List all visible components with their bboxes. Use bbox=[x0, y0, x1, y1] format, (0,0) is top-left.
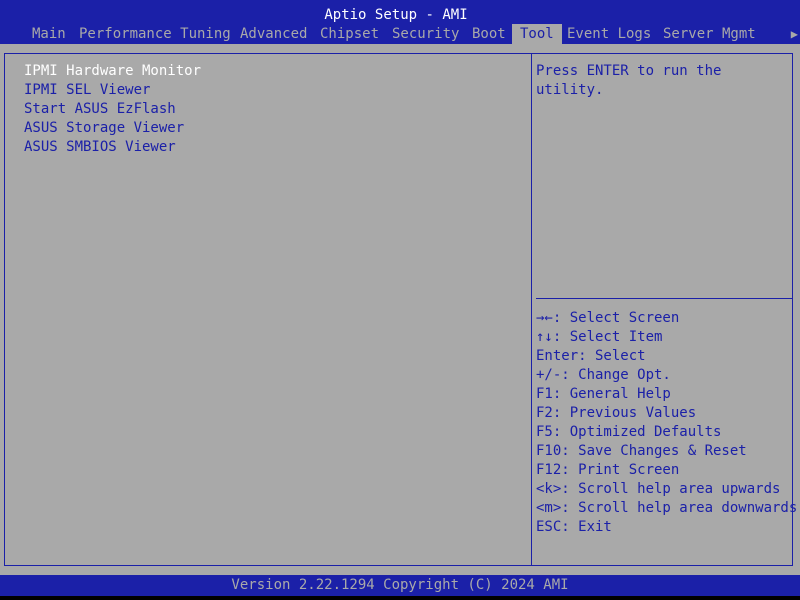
key-scroll-down: <m>: Scroll help area downwards bbox=[536, 500, 798, 516]
menu-item-start-asus-ezflash[interactable]: Start ASUS EzFlash bbox=[24, 100, 201, 119]
menu-item-ipmi-sel-viewer[interactable]: IPMI SEL Viewer bbox=[24, 81, 201, 100]
key-print-screen: F12: Print Screen bbox=[536, 462, 680, 478]
key-general-help: F1: General Help bbox=[536, 386, 671, 402]
title-bar: Aptio Setup - AMI Main Performance Tunin… bbox=[0, 0, 800, 44]
tab-advanced[interactable]: Advanced bbox=[232, 24, 315, 44]
help-separator bbox=[536, 298, 792, 299]
menu-item-asus-storage-viewer[interactable]: ASUS Storage Viewer bbox=[24, 119, 201, 138]
tool-menu-list: IPMI Hardware Monitor IPMI SEL Viewer St… bbox=[24, 62, 201, 157]
tab-boot[interactable]: Boot bbox=[464, 24, 514, 44]
key-previous-values: F2: Previous Values bbox=[536, 405, 697, 421]
key-save-changes-reset: F10: Save Changes & Reset bbox=[536, 443, 747, 459]
help-description: Press ENTER to run the utility. bbox=[536, 63, 722, 98]
key-select-screen: →←: Select Screen bbox=[536, 310, 680, 326]
menu-item-ipmi-hardware-monitor[interactable]: IPMI Hardware Monitor bbox=[24, 62, 201, 81]
key-change-opt: +/-: Change Opt. bbox=[536, 367, 671, 383]
tab-server-mgmt[interactable]: Server Mgmt bbox=[655, 24, 764, 44]
tab-tool[interactable]: Tool bbox=[512, 24, 562, 44]
key-exit: ESC: Exit bbox=[536, 519, 612, 535]
panel-divider bbox=[531, 54, 532, 565]
key-select-item: ↑↓: Select Item bbox=[536, 329, 663, 345]
key-scroll-up: <k>: Scroll help area upwards bbox=[536, 481, 781, 497]
more-tabs-arrow-icon[interactable]: ▶ bbox=[791, 24, 798, 44]
tab-performance-tuning[interactable]: Performance Tuning bbox=[71, 24, 239, 44]
key-legend: →←: Select Screen ↑↓: Select Item Enter:… bbox=[536, 309, 797, 537]
key-optimized-defaults: F5: Optimized Defaults bbox=[536, 424, 722, 440]
window-title: Aptio Setup - AMI bbox=[324, 7, 468, 23]
tab-main[interactable]: Main bbox=[24, 24, 74, 44]
menu-item-asus-smbios-viewer[interactable]: ASUS SMBIOS Viewer bbox=[24, 138, 201, 157]
bottom-border bbox=[0, 596, 800, 600]
key-enter-select: Enter: Select bbox=[536, 348, 646, 364]
tab-chipset[interactable]: Chipset bbox=[312, 24, 387, 44]
tab-security[interactable]: Security bbox=[384, 24, 467, 44]
version-footer: Version 2.22.1294 Copyright (C) 2024 AMI bbox=[0, 575, 800, 596]
tab-event-logs[interactable]: Event Logs bbox=[559, 24, 659, 44]
